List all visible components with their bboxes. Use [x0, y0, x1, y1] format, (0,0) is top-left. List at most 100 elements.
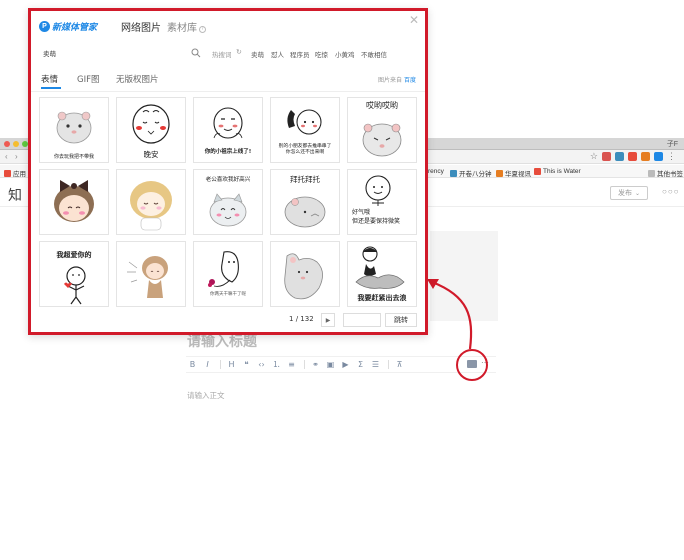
- sticker-item[interactable]: 我要赶紧出去浪: [347, 241, 417, 307]
- tab-label: 素材库: [167, 23, 197, 34]
- bookmark-label: rency: [428, 168, 444, 175]
- tab-material-library[interactable]: 素材库?: [167, 19, 206, 34]
- bookmark-other[interactable]: 其他书签: [648, 168, 683, 178]
- sticker-caption: 晚安: [143, 150, 159, 159]
- sticker-item[interactable]: [270, 241, 340, 307]
- profile-name[interactable]: 子F: [667, 139, 678, 149]
- hot-tag[interactable]: 小黄鸡: [335, 49, 355, 59]
- hot-tag[interactable]: 吃惊: [315, 49, 328, 59]
- link-icon[interactable]: ⚭: [309, 358, 322, 371]
- subtab-free-images[interactable]: 无版权图片: [116, 73, 159, 85]
- dancing-girl-sticker-icon: [127, 256, 168, 298]
- sticker-caption: 我要赶紧出去浪: [357, 294, 407, 302]
- site-logo[interactable]: 知: [8, 185, 22, 205]
- brand-logo: P 新媒体管家: [39, 20, 97, 33]
- screenshot-root: 子F ‹ › ☆ ⋮ 应用 rency 开卷八分钟 华夏视讯 This is W…: [0, 0, 684, 560]
- hot-tag[interactable]: 程序员: [290, 49, 310, 59]
- hot-tag[interactable]: 不敢相信: [361, 49, 387, 59]
- page-jump-input[interactable]: [343, 313, 381, 327]
- sticker-item[interactable]: [116, 169, 186, 235]
- sticker-caption: 你两天干嘛干了呢: [210, 292, 246, 297]
- sticker-caption: 别的小朋友都去推串串了 你怎么还不出来啊: [278, 144, 332, 155]
- sticker-item[interactable]: 我超爱你的: [39, 241, 109, 307]
- sticker-caption: 你的小祖宗上线了!: [204, 149, 252, 155]
- sticker-item[interactable]: 晚安: [116, 97, 186, 163]
- close-icon[interactable]: ✕: [409, 13, 419, 27]
- bookmark-star-icon[interactable]: ☆: [590, 152, 598, 161]
- bookmark-label: This is Water: [543, 168, 581, 175]
- extension-icons: ☆ ⋮: [590, 152, 676, 161]
- search-input[interactable]: [39, 45, 207, 61]
- hot-tag[interactable]: 怼人: [271, 49, 284, 59]
- quote-icon[interactable]: ❝: [240, 358, 253, 371]
- sticker-item[interactable]: 哎哟哎哟: [347, 97, 417, 163]
- window-minimize-button[interactable]: [13, 141, 19, 147]
- source-link[interactable]: 百度: [404, 77, 416, 84]
- menu-dots-icon[interactable]: ⋮: [667, 152, 676, 161]
- body-input[interactable]: 请输入正文: [187, 390, 225, 401]
- subtab-emoji[interactable]: 表情: [41, 73, 58, 85]
- bookmark-kaijuan[interactable]: 开卷八分钟: [450, 168, 492, 178]
- next-page-button[interactable]: ▶: [321, 313, 335, 327]
- sticker-item[interactable]: 你两天干嘛干了呢: [193, 241, 263, 307]
- divider-icon[interactable]: ☰: [369, 358, 382, 371]
- stick-figure-heart-sticker-icon: [64, 266, 86, 305]
- toolbar-divider: [220, 360, 221, 369]
- sticker-item[interactable]: 你去玩我把不带我: [39, 97, 109, 163]
- editor-toolbar: B I H ❝ ‹› ⒈ ≡ ⚭ ▣ ▶ Σ ☰ ⊼ ⋯: [186, 356, 496, 373]
- video-icon[interactable]: ▶: [339, 358, 352, 371]
- sticker-item[interactable]: [116, 241, 186, 307]
- sticker-item[interactable]: 老公喜欢我好高兴: [193, 169, 263, 235]
- sticker-popup: P 新媒体管家 网络图片 素材库? ✕ 热搜词 ↻ 卖萌 怼人 程序员 吃惊 小…: [28, 8, 428, 335]
- heading-icon[interactable]: H: [225, 358, 238, 371]
- forward-arrow-icon[interactable]: ›: [15, 152, 18, 161]
- bookmark-huaxia[interactable]: 华夏视讯: [496, 168, 531, 178]
- apps-grid-icon: [4, 169, 11, 177]
- italic-icon[interactable]: I: [201, 358, 214, 371]
- sticker-item[interactable]: 你的小祖宗上线了!: [193, 97, 263, 163]
- search-icon[interactable]: [191, 48, 201, 58]
- current-page: 1: [289, 315, 294, 323]
- bookmark-apps[interactable]: 应用: [4, 168, 26, 178]
- window-close-button[interactable]: [4, 141, 10, 147]
- back-arrow-icon[interactable]: ‹: [5, 152, 8, 161]
- active-tab-indicator: [41, 87, 61, 89]
- folder-icon: [648, 169, 655, 177]
- clear-format-icon[interactable]: ⊼: [393, 358, 406, 371]
- bookmark-rency[interactable]: rency: [428, 168, 444, 175]
- sticker-item[interactable]: 好气哦 但还是要保持微笑: [347, 169, 417, 235]
- sticker-item[interactable]: 拜托拜托: [270, 169, 340, 235]
- extension-red-icon[interactable]: [602, 152, 611, 161]
- chevron-down-icon: ⌄: [634, 190, 641, 197]
- ordered-list-icon[interactable]: ⒈: [270, 358, 283, 371]
- tab-web-images[interactable]: 网络图片: [121, 19, 161, 34]
- code-icon[interactable]: ‹›: [255, 358, 268, 371]
- water-icon: [534, 168, 541, 175]
- popup-header: P 新媒体管家 网络图片 素材库? ✕: [31, 11, 425, 37]
- subtab-gif[interactable]: GIF图: [77, 73, 99, 85]
- pleading-hamster-sticker-icon: [284, 196, 326, 228]
- bookmark-water[interactable]: This is Water: [534, 168, 581, 175]
- extension-p-blue-icon[interactable]: [654, 152, 663, 161]
- publish-button[interactable]: 发布 ⌄: [610, 186, 648, 200]
- sticker-item[interactable]: [39, 169, 109, 235]
- bold-icon[interactable]: B: [186, 358, 199, 371]
- extension-orange-icon[interactable]: [641, 152, 650, 161]
- image-source-note: 图片来自 百度: [378, 75, 416, 84]
- video-icon: [450, 169, 457, 177]
- unordered-list-icon[interactable]: ≡: [285, 358, 298, 371]
- extension-blue-icon[interactable]: [615, 152, 624, 161]
- sticker-caption: 好气哦 但还是要保持微笑: [352, 209, 401, 225]
- more-options-button[interactable]: ○○○: [662, 187, 680, 196]
- help-icon[interactable]: ?: [199, 26, 206, 33]
- sticker-item[interactable]: 别的小朋友都去推串串了 你怎么还不出来啊: [270, 97, 340, 163]
- refresh-icon[interactable]: ↻: [236, 48, 242, 56]
- image-icon[interactable]: ▣: [324, 358, 337, 371]
- brand-p-icon: P: [39, 21, 50, 32]
- hot-search-label: 热搜词: [212, 51, 232, 59]
- extension-p-icon[interactable]: [628, 152, 637, 161]
- cover-image-area[interactable]: [430, 231, 498, 321]
- formula-icon[interactable]: Σ: [354, 358, 367, 371]
- hot-tag[interactable]: 卖萌: [251, 49, 264, 59]
- page-jump-button[interactable]: 跳转: [385, 313, 417, 327]
